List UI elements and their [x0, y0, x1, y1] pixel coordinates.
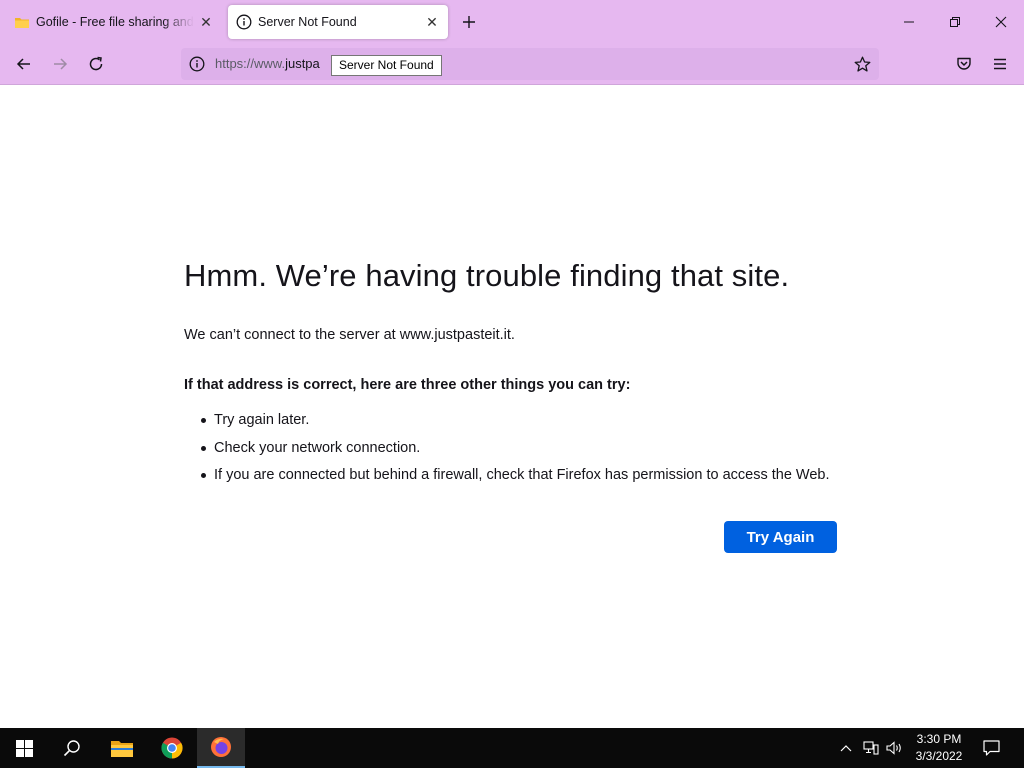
action-center-icon — [982, 740, 1000, 756]
tab-title: Server Not Found — [258, 15, 357, 29]
file-explorer-button[interactable] — [98, 728, 146, 768]
address-bar[interactable]: https://www.justpa — [181, 48, 879, 80]
search-button[interactable] — [48, 728, 96, 768]
pocket-button[interactable] — [949, 49, 979, 79]
hamburger-menu-icon — [994, 58, 1006, 70]
navigation-toolbar: https://www.justpa — [0, 44, 1024, 85]
firefox-button[interactable] — [197, 728, 245, 768]
error-description: We can’t connect to the server at www.ju… — [184, 327, 515, 343]
minimize-button[interactable] — [886, 0, 932, 44]
chrome-icon — [161, 737, 183, 759]
list-item: Try again later. — [184, 409, 830, 437]
error-page: Hmm. We’re having trouble finding that s… — [0, 85, 1024, 728]
reload-button[interactable] — [81, 49, 111, 79]
chevron-up-icon — [840, 745, 852, 752]
new-tab-button[interactable] — [456, 9, 482, 35]
search-icon — [63, 740, 80, 757]
forward-button[interactable] — [45, 49, 75, 79]
url-tooltip: Server Not Found — [331, 55, 442, 76]
tab-gofile[interactable]: Gofile - Free file sharing and storage ✕ — [4, 5, 222, 39]
notifications-button[interactable] — [976, 728, 1006, 768]
taskbar-clock[interactable]: 3:30 PM 3/3/2022 — [906, 731, 972, 765]
start-button[interactable] — [0, 728, 48, 768]
restore-button[interactable] — [932, 0, 978, 44]
restore-icon — [950, 17, 960, 27]
info-circle-icon — [236, 14, 252, 30]
list-item: Check your network connection. — [184, 437, 830, 465]
show-hidden-icons-button[interactable] — [836, 728, 856, 768]
close-tab-icon[interactable]: ✕ — [420, 10, 444, 34]
volume-button[interactable] — [884, 728, 906, 768]
url-prefix: https://www. — [215, 56, 286, 71]
taskbar: 3:30 PM 3/3/2022 — [0, 728, 1024, 768]
close-window-button[interactable] — [978, 0, 1024, 44]
url-text[interactable]: https://www.justpa — [215, 56, 320, 71]
minimize-icon — [904, 21, 914, 23]
tab-server-not-found[interactable]: Server Not Found ✕ — [228, 5, 448, 39]
close-icon — [995, 16, 1007, 28]
speaker-volume-icon — [886, 741, 901, 755]
tab-strip: Gofile - Free file sharing and storage ✕… — [0, 0, 1024, 44]
back-arrow-icon — [16, 58, 30, 70]
network-button[interactable] — [860, 728, 882, 768]
try-again-button[interactable]: Try Again — [724, 521, 837, 553]
folder-favicon-icon — [14, 14, 30, 30]
error-suggestions-heading: If that address is correct, here are thr… — [184, 377, 631, 393]
firefox-icon — [211, 737, 231, 757]
error-title: Hmm. We’re having trouble finding that s… — [184, 258, 790, 293]
file-explorer-icon — [111, 741, 133, 757]
network-icon — [863, 741, 879, 755]
forward-arrow-icon — [54, 58, 68, 70]
list-item: If you are connected but behind a firewa… — [184, 464, 830, 492]
windows-logo-icon — [15, 739, 33, 757]
back-button[interactable] — [9, 49, 39, 79]
clock-time: 3:30 PM — [916, 732, 962, 746]
url-host: justpa — [285, 56, 320, 71]
menu-button[interactable] — [985, 49, 1015, 79]
close-tab-icon[interactable]: ✕ — [194, 10, 218, 34]
bookmark-star-icon[interactable] — [851, 53, 873, 75]
plus-icon — [463, 16, 475, 28]
tab-title: Gofile - Free file sharing and storage — [36, 15, 194, 29]
chrome-button[interactable] — [148, 728, 196, 768]
reload-icon — [89, 56, 103, 71]
pocket-icon — [957, 57, 971, 70]
clock-date: 3/3/2022 — [915, 749, 963, 763]
site-info-icon[interactable] — [187, 54, 207, 74]
suggestion-list: Try again later. Check your network conn… — [184, 409, 830, 492]
